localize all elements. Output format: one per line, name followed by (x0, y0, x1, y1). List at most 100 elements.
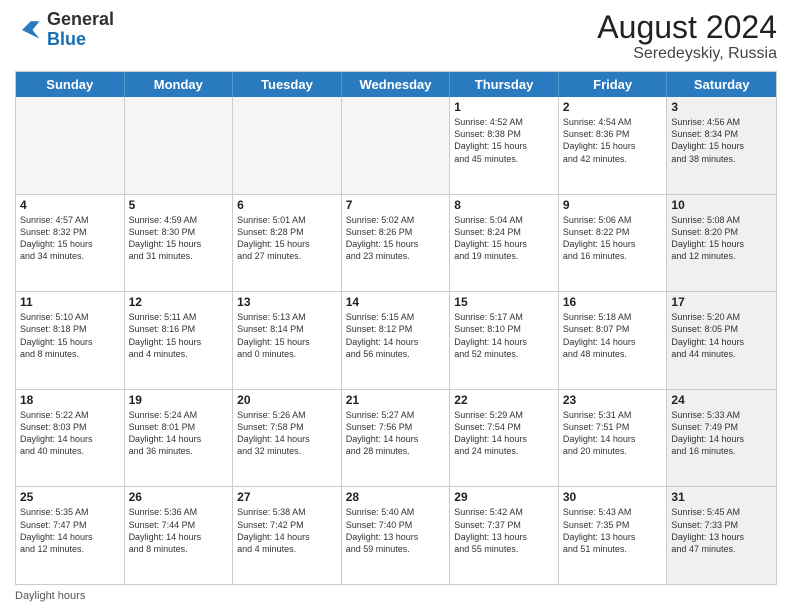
cell-info: Sunrise: 4:52 AM Sunset: 8:38 PM Dayligh… (454, 116, 554, 165)
cell-info: Sunrise: 5:36 AM Sunset: 7:44 PM Dayligh… (129, 506, 229, 555)
calendar-cell: 4Sunrise: 4:57 AM Sunset: 8:32 PM Daylig… (16, 195, 125, 292)
cell-info: Sunrise: 5:38 AM Sunset: 7:42 PM Dayligh… (237, 506, 337, 555)
calendar-cell: 30Sunrise: 5:43 AM Sunset: 7:35 PM Dayli… (559, 487, 668, 584)
footer: Daylight hours (15, 590, 777, 602)
weekday-header: Sunday (16, 72, 125, 97)
day-number: 11 (20, 295, 120, 309)
day-number: 12 (129, 295, 229, 309)
cell-info: Sunrise: 5:08 AM Sunset: 8:20 PM Dayligh… (671, 214, 772, 263)
weekday-header: Tuesday (233, 72, 342, 97)
calendar-cell: 13Sunrise: 5:13 AM Sunset: 8:14 PM Dayli… (233, 292, 342, 389)
calendar-cell: 19 Sunrise: 5:24 AM Sunset: 8:01 PM Dayli… (125, 390, 234, 487)
calendar-cell: 7 Sunrise: 5:02 AM Sunset: 8:26 PM Daylig… (342, 195, 451, 292)
cell-info: Sunrise: 4:54 AM Sunset: 8:36 PM Dayligh… (563, 116, 663, 165)
cell-info: Sunrise: 5:35 AM Sunset: 7:47 PM Dayligh… (20, 506, 120, 555)
calendar-cell: 17Sunrise: 5:20 AM Sunset: 8:05 PM Dayli… (667, 292, 776, 389)
day-number: 8 (454, 198, 554, 212)
cell-info: Sunrise: 5:33 AM Sunset: 7:49 PM Dayligh… (671, 409, 772, 458)
day-number: 6 (237, 198, 337, 212)
logo-text: General Blue (47, 10, 114, 50)
day-number: 10 (671, 198, 772, 212)
calendar-cell: 9 Sunrise: 5:06 AM Sunset: 8:22 PM Daylig… (559, 195, 668, 292)
day-number: 14 (346, 295, 446, 309)
cell-info: Sunrise: 5:01 AM Sunset: 8:28 PM Dayligh… (237, 214, 337, 263)
day-number: 13 (237, 295, 337, 309)
calendar-cell (342, 97, 451, 194)
day-number: 7 (346, 198, 446, 212)
calendar-cell: 16Sunrise: 5:18 AM Sunset: 8:07 PM Dayli… (559, 292, 668, 389)
cell-info: Sunrise: 5:10 AM Sunset: 8:18 PM Dayligh… (20, 311, 120, 360)
cell-info: Sunrise: 5:45 AM Sunset: 7:33 PM Dayligh… (671, 506, 772, 555)
cell-info: Sunrise: 5:26 AM Sunset: 7:58 PM Dayligh… (237, 409, 337, 458)
calendar-cell: 12 Sunrise: 5:11 AM Sunset: 8:16 PM Dayli… (125, 292, 234, 389)
month-year: August 2024 (597, 10, 777, 45)
day-number: 24 (671, 393, 772, 407)
calendar-header: SundayMondayTuesdayWednesdayThursdayFrid… (16, 72, 776, 97)
cell-info: Sunrise: 5:11 AM Sunset: 8:16 PM Dayligh… (129, 311, 229, 360)
calendar-row: 18 Sunrise: 5:22 AM Sunset: 8:03 PM Dayli… (16, 389, 776, 487)
calendar-row: 11 Sunrise: 5:10 AM Sunset: 8:18 PM Dayli… (16, 291, 776, 389)
header: General Blue August 2024 Seredeyskiy, Ru… (15, 10, 777, 63)
cell-info: Sunrise: 5:02 AM Sunset: 8:26 PM Dayligh… (346, 214, 446, 263)
day-number: 19 (129, 393, 229, 407)
cell-info: Sunrise: 5:24 AM Sunset: 8:01 PM Dayligh… (129, 409, 229, 458)
day-number: 28 (346, 490, 446, 504)
day-number: 23 (563, 393, 663, 407)
calendar-cell: 5Sunrise: 4:59 AM Sunset: 8:30 PM Daylig… (125, 195, 234, 292)
day-number: 18 (20, 393, 120, 407)
calendar-cell: 31 Sunrise: 5:45 AM Sunset: 7:33 PM Dayli… (667, 487, 776, 584)
cell-info: Sunrise: 5:40 AM Sunset: 7:40 PM Dayligh… (346, 506, 446, 555)
weekday-header: Monday (125, 72, 234, 97)
day-number: 27 (237, 490, 337, 504)
calendar: SundayMondayTuesdayWednesdayThursdayFrid… (15, 71, 777, 585)
day-number: 22 (454, 393, 554, 407)
calendar-cell: 28 Sunrise: 5:40 AM Sunset: 7:40 PM Dayli… (342, 487, 451, 584)
weekday-header: Thursday (450, 72, 559, 97)
day-number: 9 (563, 198, 663, 212)
logo-blue: Blue (47, 29, 86, 49)
day-number: 25 (20, 490, 120, 504)
calendar-row: 25 Sunrise: 5:35 AM Sunset: 7:47 PM Dayli… (16, 486, 776, 584)
location: Seredeyskiy, Russia (597, 45, 777, 63)
weekday-header: Wednesday (342, 72, 451, 97)
calendar-cell: 21 Sunrise: 5:27 AM Sunset: 7:56 PM Dayli… (342, 390, 451, 487)
calendar-cell: 29Sunrise: 5:42 AM Sunset: 7:37 PM Dayli… (450, 487, 559, 584)
calendar-cell: 24 Sunrise: 5:33 AM Sunset: 7:49 PM Dayli… (667, 390, 776, 487)
cell-info: Sunrise: 5:43 AM Sunset: 7:35 PM Dayligh… (563, 506, 663, 555)
logo-general: General (47, 9, 114, 29)
day-number: 26 (129, 490, 229, 504)
logo-icon (15, 16, 43, 44)
weekday-header: Saturday (667, 72, 776, 97)
calendar-row: 4Sunrise: 4:57 AM Sunset: 8:32 PM Daylig… (16, 194, 776, 292)
calendar-cell (233, 97, 342, 194)
cell-info: Sunrise: 4:56 AM Sunset: 8:34 PM Dayligh… (671, 116, 772, 165)
calendar-body: 1 Sunrise: 4:52 AM Sunset: 8:38 PM Daylig… (16, 97, 776, 584)
calendar-row: 1 Sunrise: 4:52 AM Sunset: 8:38 PM Daylig… (16, 97, 776, 194)
calendar-cell (125, 97, 234, 194)
weekday-header: Friday (559, 72, 668, 97)
cell-info: Sunrise: 4:59 AM Sunset: 8:30 PM Dayligh… (129, 214, 229, 263)
cell-info: Sunrise: 5:06 AM Sunset: 8:22 PM Dayligh… (563, 214, 663, 263)
calendar-cell: 3Sunrise: 4:56 AM Sunset: 8:34 PM Daylig… (667, 97, 776, 194)
cell-info: Sunrise: 5:42 AM Sunset: 7:37 PM Dayligh… (454, 506, 554, 555)
calendar-cell: 11 Sunrise: 5:10 AM Sunset: 8:18 PM Dayli… (16, 292, 125, 389)
calendar-cell: 18 Sunrise: 5:22 AM Sunset: 8:03 PM Dayli… (16, 390, 125, 487)
cell-info: Sunrise: 5:04 AM Sunset: 8:24 PM Dayligh… (454, 214, 554, 263)
cell-info: Sunrise: 5:15 AM Sunset: 8:12 PM Dayligh… (346, 311, 446, 360)
calendar-cell: 22Sunrise: 5:29 AM Sunset: 7:54 PM Dayli… (450, 390, 559, 487)
cell-info: Sunrise: 5:27 AM Sunset: 7:56 PM Dayligh… (346, 409, 446, 458)
calendar-cell (16, 97, 125, 194)
calendar-cell: 1 Sunrise: 4:52 AM Sunset: 8:38 PM Daylig… (450, 97, 559, 194)
cell-info: Sunrise: 5:31 AM Sunset: 7:51 PM Dayligh… (563, 409, 663, 458)
calendar-cell: 2Sunrise: 4:54 AM Sunset: 8:36 PM Daylig… (559, 97, 668, 194)
calendar-cell: 10 Sunrise: 5:08 AM Sunset: 8:20 PM Dayli… (667, 195, 776, 292)
day-number: 1 (454, 100, 554, 114)
day-number: 16 (563, 295, 663, 309)
page: General Blue August 2024 Seredeyskiy, Ru… (0, 0, 792, 612)
day-number: 21 (346, 393, 446, 407)
calendar-cell: 26 Sunrise: 5:36 AM Sunset: 7:44 PM Dayli… (125, 487, 234, 584)
day-number: 31 (671, 490, 772, 504)
calendar-cell: 15Sunrise: 5:17 AM Sunset: 8:10 PM Dayli… (450, 292, 559, 389)
cell-info: Sunrise: 4:57 AM Sunset: 8:32 PM Dayligh… (20, 214, 120, 263)
cell-info: Sunrise: 5:22 AM Sunset: 8:03 PM Dayligh… (20, 409, 120, 458)
